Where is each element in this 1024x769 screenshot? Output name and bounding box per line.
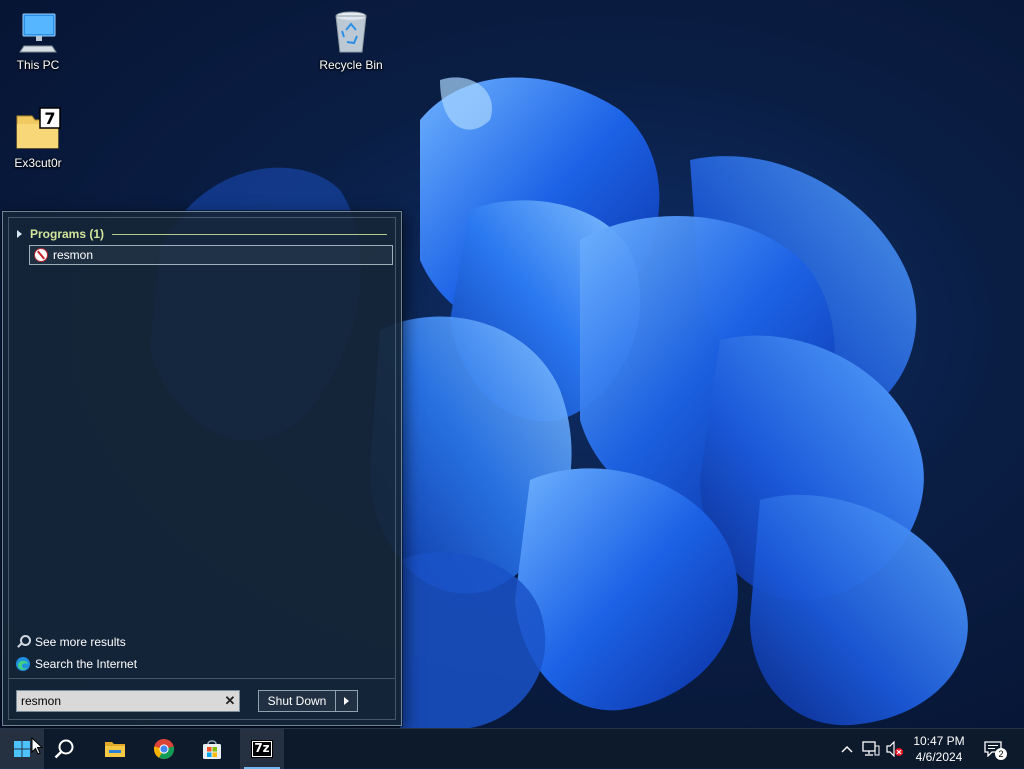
volume-muted-icon [886, 741, 903, 757]
mouse-cursor-icon [31, 737, 43, 755]
taskbar-7zip[interactable]: 7z [240, 729, 284, 769]
network-icon [862, 741, 880, 756]
network-tray-button[interactable] [860, 729, 882, 769]
taskbar-chrome[interactable] [142, 729, 186, 769]
results-group-header[interactable]: Programs (1) [17, 226, 387, 242]
recycle-bin-icon [327, 8, 375, 56]
file-explorer-icon [105, 742, 125, 757]
taskbar: 7z 10:47 PM 4/6/2024 [0, 728, 1024, 769]
search-result-label: resmon [53, 248, 94, 262]
computer-icon [14, 8, 62, 56]
svg-text:7: 7 [44, 109, 55, 128]
shut-down-button[interactable]: Shut Down [258, 690, 336, 712]
see-more-results-label: See more results [35, 635, 126, 649]
desktop-icon-label: Recycle Bin [319, 58, 383, 72]
edge-icon [15, 656, 31, 672]
chevron-up-icon [841, 746, 853, 753]
clock-time: 10:47 PM [913, 734, 965, 748]
clock-date: 4/6/2024 [915, 750, 963, 764]
taskbar-file-explorer[interactable] [93, 729, 137, 769]
desktop-icon-label: This PC [16, 58, 60, 72]
start-menu-separator [9, 678, 395, 679]
start-search-input[interactable] [17, 691, 221, 711]
windows-start-icon [14, 741, 30, 757]
start-menu: Programs (1) resmon See more results Sea… [2, 211, 402, 726]
start-search-box[interactable]: ✕ [16, 690, 240, 712]
taskbar-clock[interactable]: 10:47 PM 4/6/2024 [905, 733, 973, 765]
see-more-results-link[interactable]: See more results [15, 634, 126, 650]
search-internet-link[interactable]: Search the Internet [15, 656, 137, 672]
desktop-icon-label: Ex3cut0r [14, 156, 62, 170]
notification-count-badge: 2 [995, 748, 1007, 760]
clear-search-icon[interactable]: ✕ [221, 692, 239, 710]
search-result-resmon[interactable]: resmon [29, 245, 393, 265]
chevron-right-icon [344, 697, 349, 705]
show-hidden-icons-button[interactable] [838, 729, 856, 769]
volume-tray-button[interactable] [884, 729, 906, 769]
magnifier-icon [15, 634, 31, 650]
desktop-icon-recycle-bin[interactable]: Recycle Bin [313, 8, 389, 72]
microsoft-store-icon [203, 740, 221, 759]
7zip-folder-icon: 7 [14, 106, 62, 154]
taskbar-search-button[interactable] [42, 729, 86, 769]
taskbar-microsoft-store[interactable] [190, 729, 234, 769]
search-icon [54, 739, 74, 759]
desktop-icon-ex3cut0r[interactable]: 7 Ex3cut0r [0, 106, 76, 170]
resource-monitor-icon [34, 248, 48, 262]
expand-arrow-icon [17, 230, 22, 238]
7zip-label: 7z [254, 741, 270, 755]
results-group-title: Programs (1) [30, 227, 105, 241]
shut-down-options-button[interactable] [336, 690, 358, 712]
desktop-icon-this-pc[interactable]: This PC [0, 8, 76, 72]
group-divider [112, 233, 387, 235]
search-internet-label: Search the Internet [35, 657, 138, 671]
chrome-icon [153, 739, 175, 760]
